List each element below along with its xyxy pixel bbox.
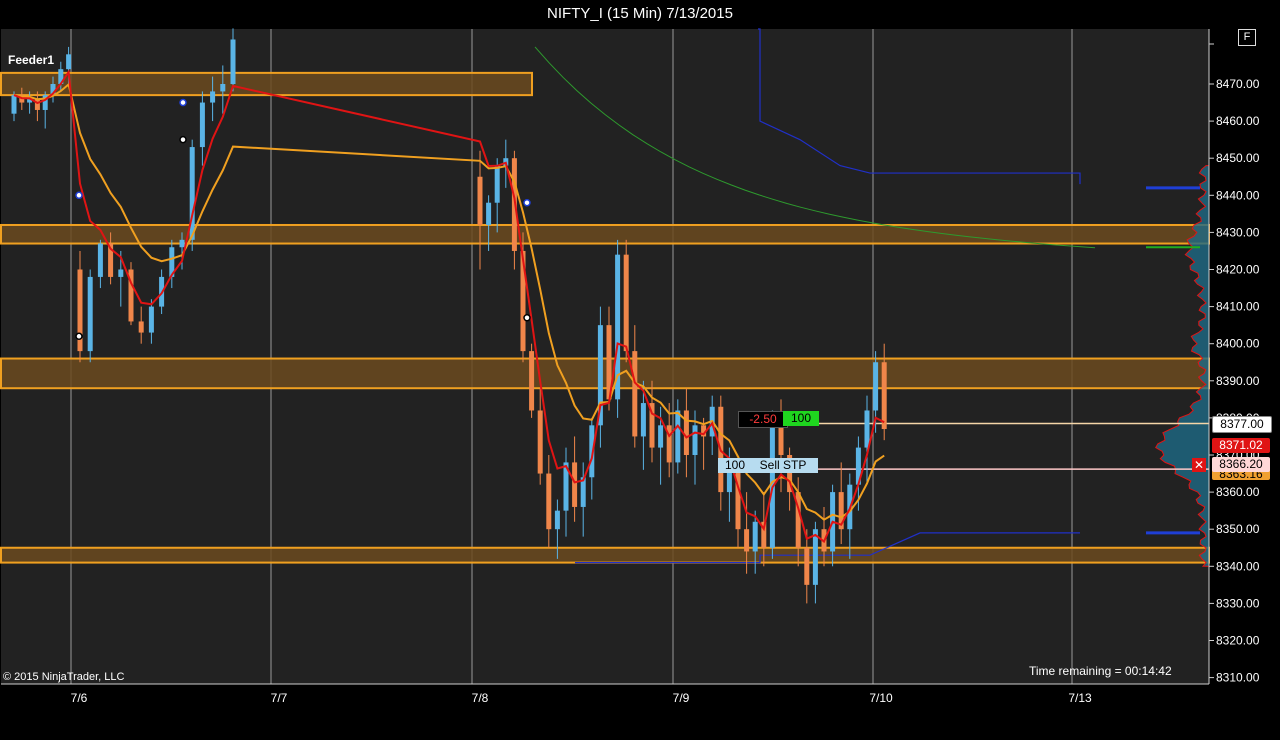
y-tick-label: 8450.00 bbox=[1216, 151, 1260, 165]
candle-down bbox=[138, 321, 144, 333]
candle-up bbox=[640, 403, 646, 437]
candle-down bbox=[572, 462, 578, 507]
signal-dot bbox=[523, 313, 531, 322]
signal-dot bbox=[75, 191, 83, 200]
candle-up bbox=[692, 425, 698, 455]
candle-down bbox=[683, 410, 689, 455]
candle-up bbox=[118, 269, 124, 277]
y-tick-label: 8330.00 bbox=[1216, 596, 1260, 610]
candle-up bbox=[179, 239, 185, 248]
sell-stop-tag[interactable]: Sell STP bbox=[748, 458, 818, 473]
candle-up bbox=[148, 306, 154, 333]
red-price-marker: 8371.02 bbox=[1212, 438, 1270, 453]
signal-dot bbox=[523, 198, 531, 207]
x-tick-label: 7/8 bbox=[472, 691, 489, 705]
plot-background bbox=[1, 29, 1209, 684]
y-tick-label: 8360.00 bbox=[1216, 485, 1260, 499]
candle-down bbox=[537, 410, 543, 474]
signal-dot bbox=[179, 98, 187, 107]
candle-up bbox=[554, 510, 560, 530]
candle-up bbox=[486, 202, 492, 225]
y-tick-label: 8440.00 bbox=[1216, 188, 1260, 202]
candle-up bbox=[66, 54, 72, 70]
candle-up bbox=[752, 521, 758, 552]
candle-down bbox=[744, 529, 750, 552]
signal-dot bbox=[75, 332, 83, 341]
supply-demand-zone bbox=[0, 546, 1210, 564]
y-tick-label: 8460.00 bbox=[1216, 114, 1260, 128]
x-tick-label: 7/10 bbox=[869, 691, 893, 705]
y-tick-label: 8400.00 bbox=[1216, 337, 1260, 351]
x-tick-label: 7/13 bbox=[1068, 691, 1092, 705]
candle-down bbox=[477, 176, 483, 225]
candle-up bbox=[87, 276, 93, 352]
f-button[interactable]: F bbox=[1238, 29, 1256, 46]
candle-up bbox=[199, 102, 205, 148]
candle-down bbox=[623, 254, 629, 352]
candle-up bbox=[812, 529, 818, 585]
candle-down bbox=[804, 547, 810, 585]
x-tick-label: 7/9 bbox=[673, 691, 690, 705]
supply-demand-zone bbox=[0, 71, 533, 97]
candle-up bbox=[658, 425, 664, 448]
candle-down bbox=[778, 425, 784, 455]
candle-up bbox=[210, 91, 216, 103]
stop-price-marker: 8366.20 bbox=[1212, 457, 1270, 472]
x-tick-label: 7/6 bbox=[71, 691, 88, 705]
feeder-label: Feeder1 bbox=[8, 53, 55, 67]
stop-qty-tag[interactable]: 100 bbox=[718, 458, 752, 473]
candle-up bbox=[675, 410, 681, 463]
price-chart[interactable]: 7/6 7/7 7/8 7/9 7/10 7/13 8470.00 8460.00 8450.0… bbox=[0, 0, 1280, 740]
candle-up bbox=[864, 410, 870, 448]
y-tick-label: 8390.00 bbox=[1216, 374, 1260, 388]
y-tick-label: 8320.00 bbox=[1216, 634, 1260, 648]
cancel-order-icon[interactable]: ✕ bbox=[1192, 458, 1206, 472]
candle-up bbox=[726, 469, 732, 493]
candle-down bbox=[546, 473, 552, 530]
y-tick-label: 8340.00 bbox=[1216, 559, 1260, 573]
order-qty-tag[interactable]: 100 bbox=[783, 411, 819, 426]
candle-down bbox=[529, 351, 535, 411]
copyright-text: © 2015 NinjaTrader, LLC bbox=[3, 671, 125, 683]
y-tick-label: 8350.00 bbox=[1216, 522, 1260, 536]
candle-up bbox=[494, 165, 500, 203]
candle-up bbox=[97, 243, 103, 277]
candle-up bbox=[220, 84, 226, 92]
signal-dot bbox=[179, 135, 187, 144]
y-tick-label: 8420.00 bbox=[1216, 263, 1260, 277]
last-price-marker: 8377.00 bbox=[1212, 416, 1272, 433]
candle-up bbox=[11, 95, 17, 114]
y-tick-label: 8430.00 bbox=[1216, 225, 1260, 239]
supply-demand-zone bbox=[0, 357, 1210, 390]
y-tick-label: 8310.00 bbox=[1216, 671, 1260, 685]
candle-down bbox=[632, 351, 638, 437]
candle-up bbox=[230, 39, 236, 84]
x-tick-label: 7/7 bbox=[271, 691, 288, 705]
candle-up bbox=[873, 362, 879, 411]
order-pnl-tag[interactable]: -2.50 bbox=[738, 411, 788, 428]
time-remaining: Time remaining = 00:14:42 bbox=[1029, 664, 1172, 678]
candle-down bbox=[881, 362, 887, 430]
y-tick-label: 8410.00 bbox=[1216, 300, 1260, 314]
y-tick-label: 8470.00 bbox=[1216, 77, 1260, 91]
candle-down bbox=[34, 98, 40, 110]
